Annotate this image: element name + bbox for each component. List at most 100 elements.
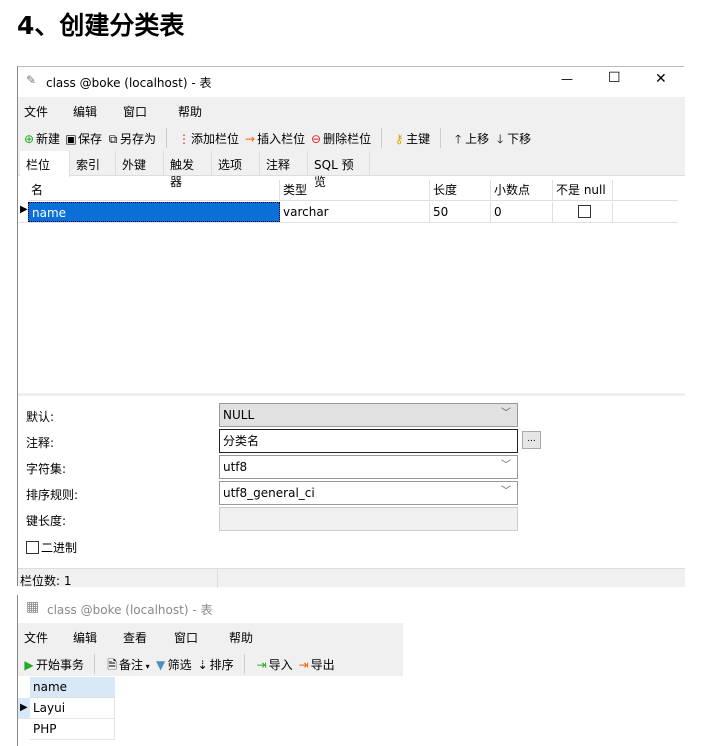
transaction-icon: ▶: [24, 657, 34, 672]
table-row[interactable]: ▶ name varchar 50 0: [18, 202, 678, 223]
field-type-cell[interactable]: varchar: [280, 202, 430, 222]
column-header-name[interactable]: name: [30, 677, 115, 698]
field-length-cell[interactable]: 50: [430, 202, 491, 222]
tab-indexes[interactable]: 索引: [70, 151, 116, 176]
tab-comment[interactable]: 注释: [260, 151, 308, 176]
delete-field-button[interactable]: ⊖ 删除栏位: [309, 130, 371, 147]
menu-help[interactable]: 帮助: [178, 103, 202, 120]
add-field-icon: ⋮: [178, 131, 191, 146]
menu-edit[interactable]: 编辑: [73, 629, 97, 646]
menu-window[interactable]: 窗口: [123, 103, 147, 120]
row-pointer-icon: ▶: [20, 204, 28, 215]
filter-button[interactable]: ▼ 筛选: [154, 656, 192, 673]
menu-file[interactable]: 文件: [24, 629, 48, 646]
toolbar-separator: [94, 654, 96, 674]
charset-select[interactable]: utf8 ﹀: [219, 455, 518, 479]
key-icon: ⚷: [394, 131, 404, 146]
tab-sql-preview[interactable]: SQL 预览: [308, 151, 370, 189]
sort-button[interactable]: ⇣ 排序: [196, 656, 234, 673]
column-header-name[interactable]: 名: [28, 180, 280, 200]
tab-bar: 栏位 索引 外键 触发器 选项 注释 SQL 预览: [18, 151, 685, 189]
primary-key-button[interactable]: ⚷ 主键: [392, 130, 430, 147]
chevron-down-icon: ﹀: [501, 486, 511, 497]
collation-select[interactable]: utf8_general_ci ﹀: [219, 481, 518, 505]
table-data-window: ▦ class @boke (localhost) - 表 文件 编辑 查看 窗…: [17, 595, 403, 746]
page-heading: 4、创建分类表: [17, 11, 185, 40]
key-length-input: [219, 507, 518, 531]
not-null-checkbox-cell[interactable]: [553, 202, 613, 222]
row-selector[interactable]: ▶: [18, 698, 30, 719]
splitter[interactable]: [18, 393, 685, 396]
table-edit-icon: ✎: [26, 73, 37, 87]
tab-fields[interactable]: 栏位: [20, 151, 70, 177]
not-null-checkbox[interactable]: [577, 205, 591, 218]
column-header-not-null[interactable]: 不是 null: [553, 180, 613, 200]
add-field-button[interactable]: ⋮添加栏位: [177, 130, 239, 147]
toolbar: ⊕ 新建 ▣保存 ⧉ 另存为 ⋮添加栏位 → 插入栏位 ⊖ 删除栏位 ⚷ 主键 🡑 上移 🡓…: [18, 122, 685, 151]
move-down-button[interactable]: 🡓 下移: [493, 130, 531, 147]
table-row[interactable]: PHP: [30, 719, 115, 740]
table-grid-icon: ▦: [26, 599, 40, 615]
toolbar-separator: [440, 128, 442, 148]
default-select[interactable]: NULL ﹀: [219, 403, 518, 427]
comment-input[interactable]: 分类名: [219, 429, 518, 453]
column-header-decimals[interactable]: 小数点: [491, 180, 553, 200]
move-up-button[interactable]: 🡑 上移: [451, 130, 489, 147]
tab-options[interactable]: 选项: [212, 151, 260, 176]
collation-label: 排序规则:: [26, 488, 79, 502]
chevron-down-icon: ﹀: [501, 408, 511, 419]
import-button[interactable]: ⇥ 导入: [255, 656, 293, 673]
menu-view[interactable]: 查看: [123, 629, 147, 646]
window-title: class @boke (localhost) - 表: [46, 76, 212, 90]
binary-checkbox-box[interactable]: [26, 541, 39, 554]
row-pointer-icon: ▶: [20, 702, 28, 713]
save-button[interactable]: ▣保存: [64, 130, 102, 147]
toolbar-separator: [381, 128, 383, 148]
maximize-button[interactable]: ☐: [608, 70, 621, 86]
menu-file[interactable]: 文件: [24, 103, 48, 120]
table-row[interactable]: Layui: [30, 698, 115, 719]
comment-label: 注释:: [26, 436, 55, 450]
begin-transaction-button[interactable]: ▶ 开始事务: [22, 656, 84, 673]
tab-foreign-keys[interactable]: 外键: [116, 151, 164, 176]
menu-window[interactable]: 窗口: [174, 629, 198, 646]
toolbar-separator: [166, 128, 168, 148]
new-button[interactable]: ⊕ 新建: [22, 130, 60, 147]
export-button[interactable]: ⇥ 导出: [297, 656, 335, 673]
window-title: class @boke (localhost) - 表: [47, 603, 213, 617]
menu-bar: 文件 编辑 查看 窗口 帮助: [18, 623, 403, 648]
default-label: 默认:: [26, 410, 55, 424]
close-button[interactable]: ✕: [655, 71, 667, 87]
status-divider: [217, 569, 218, 588]
memo-button[interactable]: 🗎 备注 ▾: [105, 656, 149, 673]
column-header-length[interactable]: 长度: [430, 180, 491, 200]
column-header-type[interactable]: 类型: [280, 180, 430, 200]
sort-icon: ⇣: [197, 657, 208, 672]
save-as-button[interactable]: ⧉ 另存为: [106, 130, 156, 147]
toolbar: ▶ 开始事务 🗎 备注 ▾ ▼ 筛选 ⇣ 排序 ⇥ 导入 ⇥ 导出: [18, 648, 403, 676]
minimize-button[interactable]: —: [561, 72, 573, 86]
insert-field-button[interactable]: → 插入栏位: [243, 130, 305, 147]
chevron-down-icon: ﹀: [501, 460, 511, 471]
menu-help[interactable]: 帮助: [229, 629, 253, 646]
save-as-icon: ⧉: [108, 131, 118, 146]
insert-field-icon: →: [245, 131, 256, 146]
key-length-label: 键长度:: [26, 514, 67, 528]
arrow-up-icon: 🡑: [454, 131, 462, 146]
save-icon: ▣: [65, 131, 77, 146]
charset-label: 字符集:: [26, 462, 67, 476]
field-count: 栏位数: 1: [20, 574, 72, 588]
export-icon: ⇥: [298, 657, 309, 672]
tab-triggers[interactable]: 触发器: [164, 151, 212, 189]
memo-icon: 🗎: [107, 657, 117, 672]
field-name-cell[interactable]: name: [28, 202, 280, 222]
title-bar: ✎ class @boke (localhost) - 表 — ☐ ✕: [18, 67, 685, 96]
comment-more-button[interactable]: ...: [522, 431, 541, 449]
new-icon: ⊕: [23, 131, 35, 146]
fields-grid: 名 类型 长度 小数点 不是 null ▶ name varchar 50 0: [18, 180, 678, 224]
table-designer-window: ✎ class @boke (localhost) - 表 — ☐ ✕ 文件 编…: [17, 66, 685, 588]
menu-edit[interactable]: 编辑: [73, 103, 97, 120]
binary-checkbox[interactable]: 二进制: [26, 539, 77, 556]
arrow-down-icon: 🡓: [497, 131, 504, 146]
field-decimals-cell[interactable]: 0: [491, 202, 553, 222]
